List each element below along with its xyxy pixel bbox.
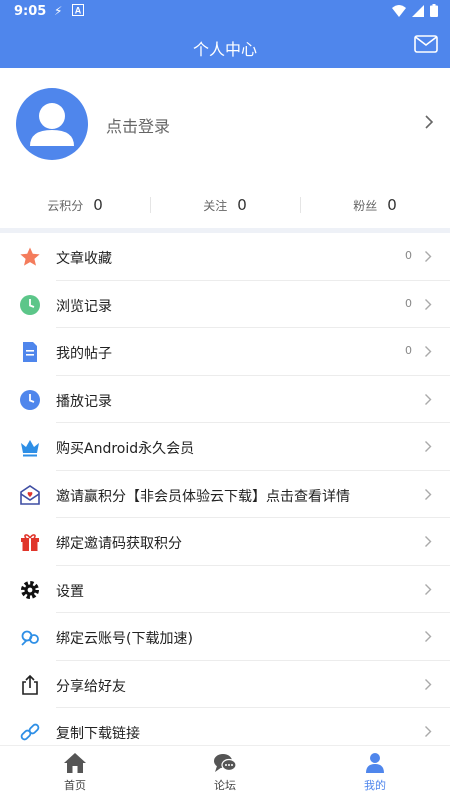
menu-label: 购买Android永久会员 — [56, 441, 195, 457]
mail-icon[interactable] — [414, 34, 438, 54]
chevron-right-icon — [425, 115, 434, 129]
menu-item-browse-history[interactable]: 浏览记录 0 — [0, 280, 450, 328]
menu-item-play-history[interactable]: 播放记录 — [0, 375, 450, 423]
play-history-icon — [20, 389, 40, 410]
menu-item-bind-invite-code[interactable]: 绑定邀请码获取积分 — [0, 518, 450, 566]
menu-count: 0 — [405, 344, 412, 357]
tab-label: 论坛 — [214, 779, 236, 792]
signal-icon — [412, 4, 424, 17]
menu-label: 绑定云账号(下载加速) — [56, 631, 193, 647]
profile-login-row[interactable]: 点击登录 — [0, 68, 450, 188]
menu-list: 文章收藏 0 浏览记录 0 我的帖子 0 播放记录 购买Android永久会员 … — [0, 233, 450, 756]
app-bar: 个人中心 — [0, 24, 450, 68]
tab-label: 首页 — [64, 779, 86, 792]
tab-label: 我的 — [364, 779, 386, 792]
stat-value: 0 — [387, 196, 397, 214]
menu-label: 复制下载链接 — [56, 726, 140, 742]
invite-icon — [20, 484, 40, 505]
flash-icon: ⚡ — [54, 4, 63, 18]
share-icon — [22, 674, 38, 695]
chevron-right-icon — [425, 441, 432, 452]
menu-count: 0 — [405, 296, 412, 310]
chevron-right-icon — [425, 488, 432, 500]
notification-a-icon: A — [72, 4, 84, 19]
stat-value: 0 — [93, 196, 103, 214]
svg-text:A: A — [75, 6, 82, 16]
menu-label: 分享给好友 — [56, 678, 126, 695]
tab-forum[interactable]: 论坛 — [150, 752, 300, 793]
avatar[interactable] — [16, 88, 88, 160]
chevron-right-icon — [425, 251, 432, 262]
star-icon — [20, 247, 40, 266]
clock-icon — [20, 294, 40, 315]
status-bar: 9:05 ⚡ A — [0, 0, 450, 24]
menu-label: 文章收藏 — [56, 251, 112, 267]
menu-label: 浏览记录 — [56, 298, 112, 315]
menu-item-article-favorites[interactable]: 文章收藏 0 — [0, 233, 450, 281]
chevron-right-icon — [425, 631, 432, 642]
tab-mine[interactable]: 我的 — [300, 752, 450, 793]
battery-icon — [430, 4, 438, 17]
stat-label: 关注 — [203, 199, 228, 213]
menu-item-settings[interactable]: 设置 — [0, 565, 450, 613]
chevron-right-icon — [425, 298, 432, 310]
login-text: 点击登录 — [106, 117, 171, 136]
forum-icon — [214, 754, 237, 772]
stat-following[interactable]: 关注 0 — [150, 196, 300, 214]
chevron-right-icon — [425, 583, 432, 595]
link-icon — [20, 723, 40, 741]
menu-label: 邀请赢积分【非会员体验云下载】点击查看详情 — [56, 488, 350, 505]
menu-label: 设置 — [56, 583, 84, 600]
cloud-link-icon — [21, 630, 39, 646]
stat-value: 0 — [237, 196, 247, 214]
menu-count: 0 — [405, 249, 412, 262]
document-icon — [23, 342, 37, 362]
home-icon — [64, 753, 86, 773]
menu-item-my-posts[interactable]: 我的帖子 0 — [0, 328, 450, 376]
chevron-right-icon — [425, 726, 432, 737]
menu-item-bind-cloud-account[interactable]: 绑定云账号(下载加速) — [0, 613, 450, 661]
chevron-right-icon — [425, 346, 432, 357]
chevron-right-icon — [425, 536, 432, 547]
stat-label: 粉丝 — [353, 199, 378, 213]
stat-label: 云积分 — [47, 199, 84, 213]
stats-row: 云积分 0 关注 0 粉丝 0 — [0, 188, 450, 226]
menu-item-share[interactable]: 分享给好友 — [0, 660, 450, 708]
menu-item-invite-points[interactable]: 邀请赢积分【非会员体验云下载】点击查看详情 — [0, 470, 450, 518]
wifi-icon — [392, 4, 406, 17]
user-avatar-icon — [30, 103, 74, 146]
chevron-right-icon — [425, 678, 432, 690]
menu-label: 播放记录 — [56, 393, 112, 410]
menu-label: 绑定邀请码获取积分 — [56, 536, 182, 552]
status-time: 9:05 — [14, 4, 47, 19]
gift-icon — [21, 534, 39, 551]
stat-followers[interactable]: 粉丝 0 — [300, 196, 450, 214]
bottom-tab-bar: 首页 论坛 我的 — [0, 745, 450, 800]
menu-label: 我的帖子 — [56, 346, 112, 362]
gear-icon — [21, 580, 39, 599]
stat-points[interactable]: 云积分 0 — [0, 196, 150, 214]
tab-home[interactable]: 首页 — [0, 752, 150, 793]
chevron-right-icon — [425, 393, 432, 405]
profile-icon — [366, 753, 384, 773]
crown-icon — [21, 440, 39, 457]
menu-item-buy-membership[interactable]: 购买Android永久会员 — [0, 423, 450, 471]
page-title: 个人中心 — [192, 40, 257, 59]
